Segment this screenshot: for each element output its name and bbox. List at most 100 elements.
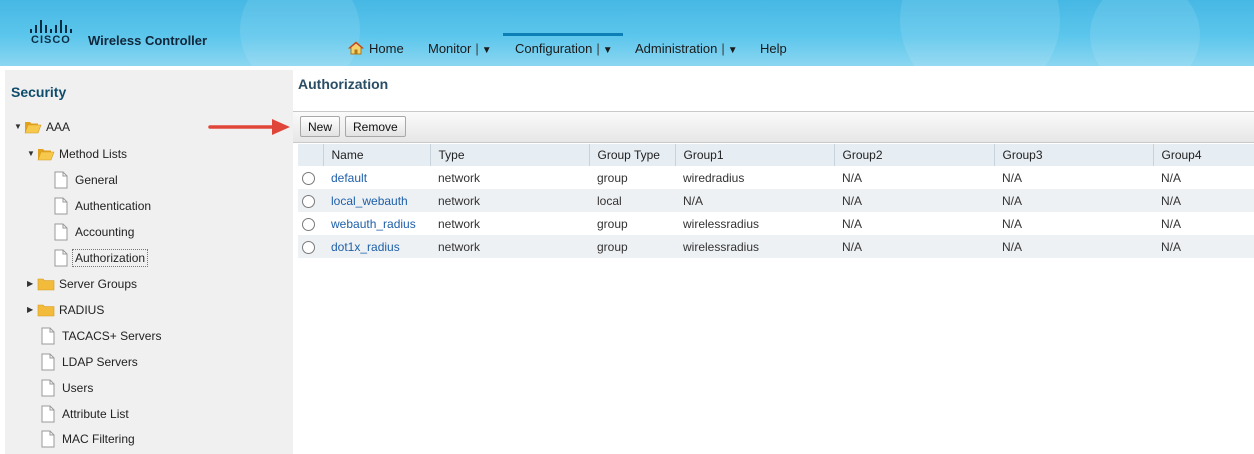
red-annotation-arrow-icon [208,119,290,135]
page-title: Authorization [298,76,389,92]
row-select-radio[interactable] [302,171,315,185]
header-decoration [1090,0,1200,66]
nav-administration[interactable]: Administration | ▼ [635,33,738,66]
page-icon [54,249,68,267]
method-name-link[interactable]: webauth_radius [331,217,416,231]
folder-icon [37,278,55,291]
home-icon [348,41,364,55]
sidebar-item-label: LDAP Servers [62,354,138,369]
sidebar-item-ldap-servers[interactable]: LDAP Servers [40,350,138,372]
table-cell: network [438,216,481,231]
sidebar-item-mac-filtering[interactable]: MAC Filtering [40,427,135,449]
table-cell: network [430,189,589,212]
nav-home[interactable]: Home [348,33,404,66]
expanded-arrow-icon[interactable]: ▼ [27,143,37,165]
table-cell: group [597,216,628,231]
nav-help-label: Help [760,41,787,56]
sidebar-item-tacacs-servers[interactable]: TACACS+ Servers [40,324,161,346]
nav-help[interactable]: Help [760,33,787,66]
nav-configuration[interactable]: Configuration | ▼ [503,33,623,66]
table-cell: group [597,170,628,185]
row-select-radio[interactable] [302,240,315,254]
sidebar-item-method-lists[interactable]: ▼ Method Lists [27,142,127,164]
table-row[interactable]: dot1x_radius network group wirelessradiu… [298,235,1254,258]
collapsed-arrow-icon[interactable]: ▶ [27,299,37,321]
sidebar-item-label: General [75,172,118,187]
table-row[interactable]: local_webauth network local N/A N/A N/A … [298,189,1254,212]
sidebar-item-label: Authorization [72,248,149,267]
page-icon [41,327,55,345]
open-folder-icon [37,148,55,161]
table-toolbar: New Remove [293,111,1254,143]
sidebar-item-authorization[interactable]: Authorization [53,246,149,268]
column-header[interactable]: Group3 [994,144,1154,166]
page-icon [41,430,55,448]
table-cell: N/A [675,189,834,212]
table-cell: group [589,235,675,258]
table-row[interactable]: default network group wiredradius N/A N/… [298,166,1254,189]
sidebar-item-aaa[interactable]: ▼ AAA [14,115,70,137]
page-icon [41,405,55,423]
table-cell: N/A [1161,170,1182,185]
table-cell: N/A [842,216,863,231]
sidebar-item-accounting[interactable]: Accounting [53,220,134,242]
table-cell: N/A [994,189,1153,212]
page-icon [54,171,68,189]
table-cell: N/A [994,235,1153,258]
header-decoration [900,0,1060,66]
dropdown-caret-icon[interactable]: ▼ [482,45,492,56]
nav-administration-label: Administration [635,41,718,56]
table-cell: N/A [1002,170,1023,185]
open-folder-icon [24,121,42,134]
new-button[interactable]: New [300,116,341,137]
sidebar-item-general[interactable]: General [53,168,118,190]
table-cell: N/A [1161,216,1182,231]
sidebar-item-label: Users [62,380,94,395]
column-header[interactable]: Group2 [834,144,995,166]
collapsed-arrow-icon[interactable]: ▶ [27,273,37,295]
sidebar-item-label: Attribute List [62,406,129,421]
remove-button[interactable]: Remove [345,116,406,137]
table-header-row: Name Type Group Type Group1 Group2 Group… [298,144,1254,166]
folder-icon [37,304,55,317]
row-select-radio[interactable] [302,194,315,208]
sidebar-item-label: Method Lists [59,146,128,161]
table-cell: N/A [1002,216,1023,231]
expanded-arrow-icon[interactable]: ▼ [14,116,24,138]
cisco-logo-bars-icon [28,20,76,33]
column-header[interactable]: Group1 [675,144,835,166]
row-select-radio[interactable] [302,217,315,231]
sidebar-item-label: Server Groups [59,276,138,291]
dropdown-caret-icon[interactable]: ▼ [603,45,613,56]
method-name-link[interactable]: dot1x_radius [331,240,400,254]
sidebar-item-authentication[interactable]: Authentication [53,194,151,216]
column-header[interactable]: Group4 [1153,144,1254,166]
dropdown-caret-icon[interactable]: ▼ [728,45,738,56]
sidebar-title: Security [11,84,67,100]
sidebar-item-label: Authentication [75,198,152,213]
product-name: Wireless Controller [88,33,208,48]
column-header[interactable]: Type [430,144,590,166]
method-name-link[interactable]: local_webauth [331,194,408,208]
top-header: CISCO Wireless Controller Home Monitor | ▼… [0,0,1254,66]
nav-monitor[interactable]: Monitor | ▼ [428,33,492,66]
sidebar-item-radius[interactable]: ▶ RADIUS [27,298,104,320]
column-header[interactable]: Group Type [589,144,676,166]
table-cell: N/A [834,235,994,258]
cisco-logo-text: CISCO [31,34,71,46]
table-cell: network [430,235,589,258]
select-column-header [298,144,324,166]
sidebar-item-label: RADIUS [59,302,105,317]
table-cell: wiredradius [683,170,745,185]
sidebar-item-attribute-list[interactable]: Attribute List [40,402,129,424]
sidebar-item-users[interactable]: Users [40,376,93,398]
table-cell: network [438,170,481,185]
table-cell: local [589,189,675,212]
sidebar-item-label: Accounting [75,224,135,239]
column-header[interactable]: Name [323,144,431,166]
method-name-link[interactable]: default [331,171,367,185]
sidebar-item-server-groups[interactable]: ▶ Server Groups [27,272,137,294]
table-cell: N/A [834,189,994,212]
table-row[interactable]: webauth_radius network group wirelessrad… [298,212,1254,235]
table-cell: wirelessradius [683,216,760,231]
